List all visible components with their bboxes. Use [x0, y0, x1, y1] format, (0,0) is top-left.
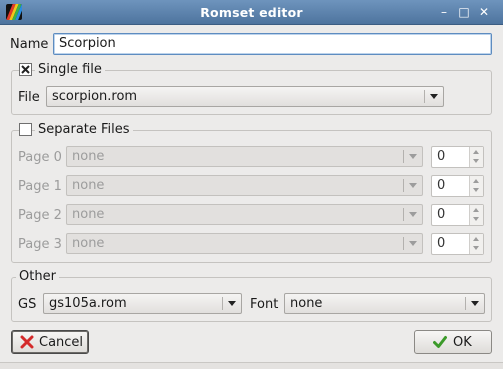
- page-2-value: none: [72, 207, 105, 222]
- page-2-number: 0: [437, 207, 446, 222]
- font-select[interactable]: none: [284, 293, 485, 314]
- page-0-select[interactable]: none: [66, 146, 423, 167]
- gs-label: GS: [18, 297, 37, 312]
- spin-up-icon[interactable]: [473, 237, 479, 241]
- file-label: File: [18, 90, 40, 105]
- chevron-down-icon: [409, 212, 417, 217]
- combo-separator: [222, 297, 223, 310]
- chevron-down-icon: [430, 94, 438, 99]
- single-file-checkbox[interactable]: [19, 63, 32, 76]
- page-1-label: Page 1: [18, 179, 62, 194]
- page-0-value: none: [72, 149, 105, 164]
- spin-up-icon[interactable]: [473, 150, 479, 154]
- spin-buttons[interactable]: [469, 176, 483, 196]
- file-select-value: scorpion.rom: [52, 89, 138, 104]
- single-file-label[interactable]: Single file: [35, 62, 105, 77]
- combo-separator: [403, 150, 404, 163]
- name-input-value: Scorpion: [59, 36, 116, 51]
- gs-select[interactable]: gs105a.rom: [43, 293, 242, 314]
- gs-select-value: gs105a.rom: [49, 296, 127, 311]
- page-1-select[interactable]: none: [66, 175, 423, 196]
- chevron-down-icon: [228, 301, 236, 306]
- page-1-number: 0: [437, 178, 446, 193]
- cancel-button-label: Cancel: [39, 335, 84, 350]
- page-2-label: Page 2: [18, 208, 62, 223]
- font-select-value: none: [290, 296, 323, 311]
- other-legend: Other: [16, 269, 59, 284]
- checkbox-checked-icon: [21, 65, 30, 74]
- page-0-number: 0: [437, 149, 446, 164]
- chevron-down-icon: [409, 154, 417, 159]
- font-label: Font: [250, 297, 279, 312]
- name-input[interactable]: Scorpion: [53, 33, 492, 55]
- page-2-select[interactable]: none: [66, 204, 423, 225]
- file-select[interactable]: scorpion.rom: [46, 86, 444, 107]
- page-3-label: Page 3: [18, 237, 62, 252]
- page-3-value: none: [72, 236, 105, 251]
- maximize-icon[interactable]: □: [456, 4, 472, 20]
- page-0-label: Page 0: [18, 150, 62, 165]
- window-title: Romset editor: [200, 5, 303, 20]
- cancel-button[interactable]: Cancel: [11, 330, 89, 354]
- name-label: Name: [10, 37, 49, 52]
- chevron-down-icon: [409, 241, 417, 246]
- spin-buttons[interactable]: [469, 147, 483, 167]
- page-1-spinbox[interactable]: 0: [431, 175, 484, 197]
- window-bottom-edge: [0, 362, 503, 369]
- page-0-spinbox[interactable]: 0: [431, 146, 484, 168]
- combo-separator: [403, 208, 404, 221]
- title-bar[interactable]: Romset editor – □ ✕: [0, 0, 503, 25]
- combo-separator: [403, 179, 404, 192]
- combo-separator: [424, 90, 425, 103]
- page-1-value: none: [72, 178, 105, 193]
- page-3-number: 0: [437, 236, 446, 251]
- spin-down-icon[interactable]: [473, 217, 479, 221]
- page-2-spinbox[interactable]: 0: [431, 204, 484, 226]
- chevron-down-icon: [471, 301, 479, 306]
- page-3-spinbox[interactable]: 0: [431, 233, 484, 255]
- ok-button-label: OK: [453, 335, 472, 350]
- close-icon[interactable]: ✕: [476, 4, 492, 20]
- spin-up-icon[interactable]: [473, 179, 479, 183]
- minimize-icon[interactable]: –: [436, 4, 452, 20]
- spin-buttons[interactable]: [469, 205, 483, 225]
- spin-buttons[interactable]: [469, 234, 483, 254]
- red-x-icon: [20, 335, 34, 349]
- spin-down-icon[interactable]: [473, 159, 479, 163]
- page-3-select[interactable]: none: [66, 233, 423, 254]
- spin-down-icon[interactable]: [473, 246, 479, 250]
- spin-up-icon[interactable]: [473, 208, 479, 212]
- separate-files-label[interactable]: Separate Files: [35, 122, 133, 137]
- chevron-down-icon: [409, 183, 417, 188]
- combo-separator: [403, 237, 404, 250]
- ok-button[interactable]: OK: [414, 330, 492, 354]
- separate-files-checkbox[interactable]: [19, 123, 32, 136]
- spin-down-icon[interactable]: [473, 188, 479, 192]
- green-check-icon: [433, 336, 447, 348]
- combo-separator: [465, 297, 466, 310]
